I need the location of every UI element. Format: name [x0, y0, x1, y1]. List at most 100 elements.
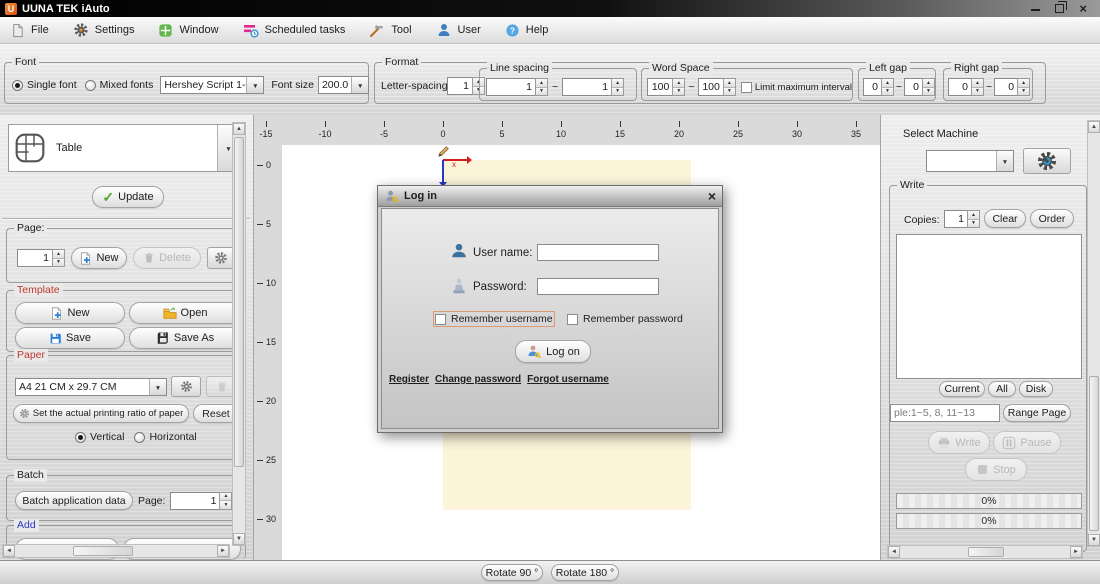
scroll-left-arrow[interactable]: ◄ — [888, 546, 900, 558]
scroll-thumb[interactable] — [73, 546, 133, 556]
pause-button[interactable]: Pause — [993, 431, 1061, 454]
spin-up[interactable] — [882, 79, 893, 87]
scroll-thumb[interactable] — [968, 547, 1004, 557]
range-page-button[interactable]: Range Page — [1003, 404, 1071, 422]
spin-down[interactable] — [53, 258, 64, 267]
menu-settings[interactable]: Settings — [73, 22, 135, 38]
set-print-ratio-button[interactable]: Set the actual printing ratio of paper — [13, 404, 189, 423]
page-number-spinner[interactable]: 1 — [17, 249, 65, 267]
stop-button[interactable]: Stop — [965, 458, 1027, 481]
dropdown-arrow-icon[interactable] — [351, 77, 368, 93]
paper-settings-button[interactable] — [171, 376, 201, 397]
spin-up[interactable] — [612, 79, 623, 87]
template-save-as-button[interactable]: Save As — [129, 327, 241, 349]
right-gap-max-spinner[interactable]: 0 — [994, 78, 1030, 96]
log-on-button[interactable]: Log on — [515, 340, 591, 363]
single-font-radio[interactable] — [12, 80, 23, 91]
spin-up[interactable] — [968, 211, 979, 219]
spin-down[interactable] — [673, 87, 684, 96]
remember-password-checkbox[interactable] — [567, 314, 578, 325]
spin-down[interactable] — [724, 87, 735, 96]
left-panel-horizontal-scrollbar[interactable]: ◄ ► — [2, 544, 230, 558]
order-button[interactable]: Order — [1030, 209, 1074, 228]
minimize-button[interactable] — [1031, 6, 1040, 11]
spin-down[interactable] — [923, 87, 934, 96]
scroll-down-arrow[interactable]: ▼ — [233, 533, 245, 545]
font-name-combo[interactable]: Hershey Script 1-str... — [160, 76, 264, 94]
word-space-max-spinner[interactable]: 100 — [698, 78, 736, 96]
spin-up[interactable] — [1018, 79, 1029, 87]
right-panel-horizontal-scrollbar[interactable]: ◄ ► — [887, 545, 1083, 559]
new-page-button[interactable]: New — [71, 247, 127, 269]
username-input[interactable] — [537, 244, 659, 261]
scroll-left-arrow[interactable]: ◄ — [3, 545, 15, 557]
dropdown-arrow-icon[interactable] — [996, 151, 1013, 171]
spin-down[interactable] — [612, 87, 623, 96]
spin-down[interactable] — [536, 87, 547, 96]
spin-up[interactable] — [923, 79, 934, 87]
scroll-down-arrow[interactable]: ▼ — [1088, 534, 1100, 546]
spin-up[interactable] — [673, 79, 684, 87]
dropdown-arrow-icon[interactable] — [246, 77, 263, 93]
machine-settings-button[interactable] — [1023, 148, 1071, 174]
current-button[interactable]: Current — [939, 381, 985, 397]
scroll-up-arrow[interactable]: ▲ — [233, 123, 245, 135]
mixed-fonts-radio[interactable] — [85, 80, 96, 91]
spin-down[interactable] — [220, 500, 231, 509]
write-queue-list[interactable] — [896, 234, 1082, 379]
spin-up[interactable] — [53, 250, 64, 258]
write-button[interactable]: Write — [928, 431, 990, 454]
password-input[interactable] — [537, 278, 659, 295]
dialog-close-icon[interactable]: × — [708, 189, 716, 203]
menu-scheduled-tasks[interactable]: Scheduled tasks — [243, 22, 346, 38]
spin-down[interactable] — [1018, 87, 1029, 96]
table-type-selector[interactable]: Table — [8, 124, 240, 172]
spin-up[interactable] — [220, 493, 231, 501]
update-button[interactable]: ✓ Update — [92, 186, 164, 208]
range-input[interactable]: ple:1~5, 8, 11~13 — [890, 404, 1000, 422]
horizontal-radio[interactable] — [134, 432, 145, 443]
disk-button[interactable]: Disk — [1019, 381, 1053, 397]
left-gap-min-spinner[interactable]: 0 — [863, 78, 894, 96]
batch-page-spinner[interactable]: 1 — [170, 492, 232, 510]
spin-down[interactable] — [968, 219, 979, 228]
word-space-min-spinner[interactable]: 100 — [647, 78, 685, 96]
close-button[interactable]: × — [1079, 3, 1087, 14]
template-save-button[interactable]: Save — [15, 327, 125, 349]
scroll-thumb[interactable] — [1089, 376, 1099, 531]
menu-window[interactable]: Window — [158, 23, 218, 38]
batch-application-data-button[interactable]: Batch application data — [15, 491, 133, 510]
page-settings-button[interactable] — [207, 247, 235, 269]
left-gap-max-spinner[interactable]: 0 — [904, 78, 935, 96]
dropdown-arrow-icon[interactable] — [149, 379, 166, 395]
scroll-thumb[interactable] — [234, 137, 244, 467]
scroll-up-arrow[interactable]: ▲ — [1088, 121, 1100, 133]
menu-tool[interactable]: Tool — [369, 22, 411, 38]
limit-max-interval-checkbox[interactable] — [741, 82, 752, 93]
copies-spinner[interactable]: 1 — [944, 210, 980, 228]
rotate-180-button[interactable]: Rotate 180 ° — [551, 564, 619, 581]
paper-size-combo[interactable]: A4 21 CM x 29.7 CM — [15, 378, 167, 396]
right-panel-vertical-scrollbar[interactable]: ▲ ▼ — [1087, 120, 1100, 547]
spin-up[interactable] — [536, 79, 547, 87]
register-link[interactable]: Register — [389, 374, 429, 385]
clear-button[interactable]: Clear — [984, 209, 1026, 228]
spin-up[interactable] — [724, 79, 735, 87]
menu-help[interactable]: ? Help — [505, 23, 549, 38]
machine-combo[interactable] — [926, 150, 1014, 172]
menu-file[interactable]: File — [10, 23, 49, 38]
left-panel-vertical-scrollbar[interactable]: ▲ ▼ — [232, 122, 246, 546]
vertical-radio[interactable] — [75, 432, 86, 443]
menu-user[interactable]: User — [436, 22, 481, 38]
line-spacing-min-spinner[interactable]: 1 — [486, 78, 548, 96]
spin-up[interactable] — [972, 79, 983, 87]
scroll-right-arrow[interactable]: ► — [1070, 546, 1082, 558]
line-spacing-max-spinner[interactable]: 1 — [562, 78, 624, 96]
template-new-button[interactable]: New — [15, 302, 125, 324]
delete-page-button[interactable]: Delete — [133, 247, 201, 269]
spin-down[interactable] — [882, 87, 893, 96]
scroll-right-arrow[interactable]: ► — [217, 545, 229, 557]
template-open-button[interactable]: Open — [129, 302, 241, 324]
login-dialog-titlebar[interactable]: Log in × — [378, 186, 722, 207]
forgot-username-link[interactable]: Forgot username — [527, 374, 609, 385]
